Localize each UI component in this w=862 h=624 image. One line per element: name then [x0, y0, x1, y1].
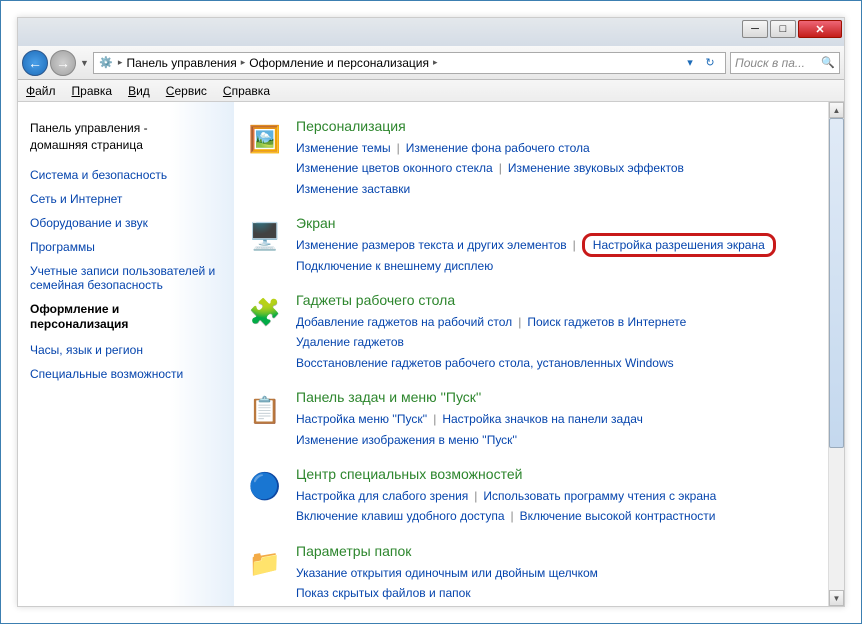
breadcrumb: Панель управления ▸ Оформление и персона…: [126, 56, 675, 70]
category-links: Настройка для слабого зрения|Использоват…: [296, 486, 818, 527]
category-icon: 🖥️: [244, 215, 286, 257]
category-icon: 🧩: [244, 292, 286, 334]
close-button[interactable]: ✕: [798, 20, 842, 38]
sidebar-item[interactable]: Часы, язык и регион: [30, 343, 222, 357]
category: 🖼️ Персонализация Изменение темы|Изменение…: [244, 118, 818, 199]
scrollbar[interactable]: ▲ ▼: [828, 102, 844, 606]
chevron-right-icon[interactable]: ▸: [433, 57, 438, 68]
menu-file[interactable]: Файл: [26, 84, 56, 98]
category-link[interactable]: Поиск гаджетов в Интернете: [527, 315, 686, 329]
sidebar-item[interactable]: Сеть и Интернет: [30, 192, 222, 206]
menu-view[interactable]: Вид: [128, 84, 150, 98]
category-links: Изменение темы|Изменение фона рабочего с…: [296, 138, 818, 199]
nav-arrows: ← →: [22, 50, 76, 76]
category-link[interactable]: Изменение цветов оконного стекла: [296, 161, 493, 175]
address-actions: ▾ ↻: [679, 54, 721, 72]
menu-tools[interactable]: Сервис: [166, 84, 207, 98]
sidebar-item[interactable]: Система и безопасность: [30, 168, 222, 182]
category-links: Настройка меню ''Пуск''|Настройка значко…: [296, 409, 818, 450]
menu-edit[interactable]: Правка: [72, 84, 113, 98]
category-link[interactable]: Включение высокой контрастности: [520, 509, 716, 523]
category-link[interactable]: Изменение фона рабочего стола: [406, 141, 590, 155]
scroll-down-button[interactable]: ▼: [829, 590, 844, 606]
category-title[interactable]: Экран: [296, 215, 818, 231]
scroll-track[interactable]: [829, 118, 844, 590]
category-links: Добавление гаджетов на рабочий стол|Поис…: [296, 312, 818, 373]
category-link[interactable]: Изменение звуковых эффектов: [508, 161, 684, 175]
category-link[interactable]: Добавление гаджетов на рабочий стол: [296, 315, 512, 329]
search-input[interactable]: Поиск в па... 🔍: [730, 52, 840, 74]
forward-button[interactable]: →: [50, 50, 76, 76]
sidebar-item[interactable]: Оборудование и звук: [30, 216, 222, 230]
menubar: Файл Правка Вид Сервис Справка: [18, 80, 844, 102]
search-icon[interactable]: 🔍: [821, 56, 835, 69]
category-title[interactable]: Персонализация: [296, 118, 818, 134]
category-link[interactable]: Удаление гаджетов: [296, 335, 404, 349]
category-link[interactable]: Изменение темы: [296, 141, 391, 155]
sidebar: Панель управления - домашняя страница Си…: [18, 102, 234, 606]
category-icon: 📁: [244, 543, 286, 585]
address-bar[interactable]: ⚙️ ▸ Панель управления ▸ Оформление и пе…: [93, 52, 726, 74]
category-icon: 🖼️: [244, 118, 286, 160]
category-link[interactable]: Настройка значков на панели задач: [442, 412, 643, 426]
maximize-button[interactable]: □: [770, 20, 796, 38]
scroll-up-button[interactable]: ▲: [829, 102, 844, 118]
category-title[interactable]: Центр специальных возможностей: [296, 466, 818, 482]
category-title[interactable]: Параметры папок: [296, 543, 818, 559]
minimize-button[interactable]: ─: [742, 20, 768, 38]
sidebar-item[interactable]: Специальные возможности: [30, 367, 222, 381]
menu-help[interactable]: Справка: [223, 84, 270, 98]
back-button[interactable]: ←: [22, 50, 48, 76]
category: 🧩 Гаджеты рабочего стола Добавление гаджет…: [244, 292, 818, 373]
window-content: ─ □ ✕ ← → ▼ ⚙️ ▸ Панель управления ▸ Офо…: [17, 17, 845, 607]
sidebar-home[interactable]: Панель управления - домашняя страница: [30, 120, 222, 154]
breadcrumb-current[interactable]: Оформление и персонализация: [249, 56, 429, 70]
category-icon: 📋: [244, 389, 286, 431]
category-link[interactable]: Показ скрытых файлов и папок: [296, 586, 471, 600]
refresh-icon[interactable]: ↻: [701, 54, 719, 72]
window-controls: ─ □ ✕: [740, 20, 842, 38]
category-links: Указание открытия одиночным или двойным …: [296, 563, 818, 604]
category-link[interactable]: Использовать программу чтения с экрана: [483, 489, 716, 503]
control-panel-icon: ⚙️: [98, 55, 114, 71]
chevron-right-icon[interactable]: ▸: [118, 57, 123, 68]
category-link[interactable]: Включение клавиш удобного доступа: [296, 509, 505, 523]
category: 📋 Панель задач и меню ''Пуск'' Настройка м…: [244, 389, 818, 450]
dropdown-icon[interactable]: ▾: [681, 54, 699, 72]
category-link[interactable]: Настройка меню ''Пуск'': [296, 412, 427, 426]
search-placeholder: Поиск в па...: [735, 56, 805, 70]
category-title[interactable]: Панель задач и меню ''Пуск'': [296, 389, 818, 405]
history-dropdown-icon[interactable]: ▼: [80, 58, 89, 68]
category: 🖥️ Экран Изменение размеров текста и други…: [244, 215, 818, 276]
category-link[interactable]: Настройка для слабого зрения: [296, 489, 468, 503]
sidebar-item[interactable]: Учетные записи пользователей и семейная …: [30, 264, 222, 292]
scroll-thumb[interactable]: [829, 118, 844, 448]
sidebar-item[interactable]: Программы: [30, 240, 222, 254]
category-links: Изменение размеров текста и других элеме…: [296, 235, 818, 276]
category-link[interactable]: Изменение заставки: [296, 182, 410, 196]
titlebar: ─ □ ✕: [18, 18, 844, 46]
category-title[interactable]: Гаджеты рабочего стола: [296, 292, 818, 308]
category-link[interactable]: Подключение к внешнему дисплею: [296, 259, 493, 273]
category-icon: 🔵: [244, 466, 286, 508]
category: 📁 Параметры папок Указание открытия одиноч…: [244, 543, 818, 604]
category-link[interactable]: Изменение изображения в меню ''Пуск'': [296, 433, 517, 447]
breadcrumb-root[interactable]: Панель управления: [126, 56, 236, 70]
link-highlighted[interactable]: Настройка разрешения экрана: [582, 233, 776, 257]
content-area: 🖼️ Персонализация Изменение темы|Изменение…: [234, 102, 844, 606]
category-link[interactable]: Восстановление гаджетов рабочего стола, …: [296, 356, 674, 370]
category: 🔵 Центр специальных возможностей Настройка…: [244, 466, 818, 527]
category-link[interactable]: Изменение размеров текста и других элеме…: [296, 238, 567, 252]
chevron-right-icon[interactable]: ▸: [241, 57, 246, 68]
category-link[interactable]: Указание открытия одиночным или двойным …: [296, 566, 598, 580]
window-frame: ─ □ ✕ ← → ▼ ⚙️ ▸ Панель управления ▸ Офо…: [0, 0, 862, 624]
body-area: Панель управления - домашняя страница Си…: [18, 102, 844, 606]
sidebar-current: Оформление и персонализация: [30, 302, 222, 333]
navbar: ← → ▼ ⚙️ ▸ Панель управления ▸ Оформлени…: [18, 46, 844, 80]
